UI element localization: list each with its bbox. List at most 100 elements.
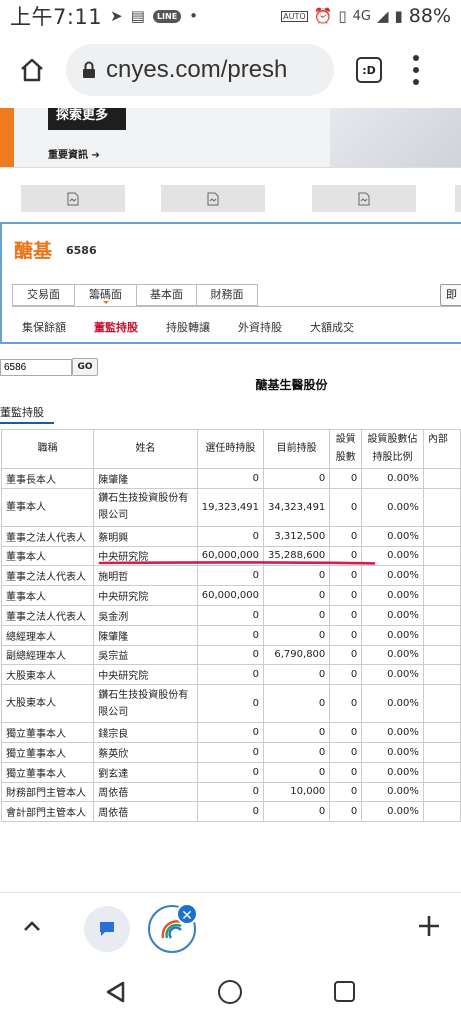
cell-pledged-shares: 0 <box>329 585 363 606</box>
subtab-custody-balance[interactable]: 集保餘額 <box>22 319 66 335</box>
cell-name: 中央研究院 <box>93 664 198 686</box>
table-row: 大股東本人 中央研究院 0 0 0 0.00% <box>0 664 461 686</box>
cell-inner <box>422 761 461 783</box>
tab-financials[interactable]: 財務面 <box>196 284 258 306</box>
recents-icon[interactable] <box>334 981 355 1002</box>
cell-pledged-ratio: 0.00% <box>361 604 424 626</box>
back-icon[interactable] <box>104 980 126 1004</box>
subtab-share-transfer[interactable]: 持股轉讓 <box>166 319 210 335</box>
cell-name: 周依蓓 <box>93 801 198 823</box>
close-icon[interactable]: ✕ <box>176 903 198 925</box>
cell-title: 獨立董事本人 <box>0 761 95 783</box>
cell-current-shares: 34,323,491 <box>263 487 331 527</box>
line-icon: LINE <box>152 9 182 23</box>
table-row: 董事之法人代表人 施明哲 0 0 0 0.00% <box>0 565 461 587</box>
news-icon: ▤ <box>130 7 145 25</box>
company-title: 醣基生醫股份 <box>255 378 328 392</box>
banner-more-link[interactable]: 重要資訊 ➔ <box>48 146 100 161</box>
cell-name: 吳宗益 <box>93 644 198 666</box>
cell-inner <box>422 468 461 489</box>
cell-elected-shares: 0 <box>196 624 265 646</box>
alarm-icon: ⏰ <box>313 7 333 25</box>
banner-accent <box>0 108 14 167</box>
cell-pledged-shares: 0 <box>329 722 363 743</box>
cell-inner <box>422 545 461 567</box>
table-row: 財務部門主管本人 周依蓓 0 10,000 0 0.00% <box>0 781 461 803</box>
cell-inner <box>422 722 461 743</box>
cell-pledged-shares: 0 <box>329 741 363 763</box>
tab-realtime[interactable]: 即 <box>440 284 461 306</box>
more-vert-icon[interactable] <box>408 55 424 85</box>
cell-pledged-ratio: 0.00% <box>361 664 424 686</box>
cell-current-shares: 0 <box>263 801 331 823</box>
broken-image-icon <box>358 192 370 205</box>
home-button[interactable] <box>10 48 54 92</box>
cell-pledged-shares: 0 <box>329 781 363 803</box>
table-row: 董事長本人 陳肇隆 0 0 0 0.00% <box>0 468 461 489</box>
cell-pledged-ratio: 0.00% <box>361 585 424 606</box>
tab-chips[interactable]: 籌碼面 <box>74 284 136 306</box>
cell-elected-shares: 0 <box>196 525 265 547</box>
cell-elected-shares: 0 <box>196 644 265 666</box>
network-label: 4G <box>352 8 371 24</box>
cell-name: 蔡明興 <box>93 525 198 547</box>
auto-icon: AUTO <box>281 10 308 22</box>
cell-inner <box>422 487 461 527</box>
cell-elected-shares: 60,000,000 <box>196 585 265 606</box>
cell-pledged-ratio: 0.00% <box>361 468 424 489</box>
cell-current-shares: 0 <box>263 664 331 686</box>
subtab-foreign-holdings[interactable]: 外資持股 <box>238 319 282 335</box>
cell-current-shares: 0 <box>263 741 331 763</box>
cell-title: 副總經理本人 <box>0 644 95 666</box>
home-nav-icon[interactable] <box>218 980 242 1004</box>
status-right: AUTO ⏰ ▯ 4G ◢ ▮ 88% <box>281 5 451 27</box>
caret-down-icon <box>102 301 109 304</box>
lock-icon <box>83 61 95 78</box>
tab-fundamentals[interactable]: 基本面 <box>136 284 196 306</box>
col-header-name: 姓名 <box>93 429 198 469</box>
address-bar[interactable]: cnyes.com/presh <box>66 44 334 96</box>
cell-name: 周依蓓 <box>93 781 198 803</box>
cell-current-shares: 0 <box>263 565 331 587</box>
cell-title: 獨立董事本人 <box>0 722 95 743</box>
stock-code-input[interactable] <box>0 359 72 376</box>
cell-pledged-ratio: 0.00% <box>361 644 424 666</box>
col-header-pledged: 設質 股數 <box>329 429 363 469</box>
cell-name: 施明哲 <box>93 565 198 587</box>
cell-current-shares: 0 <box>263 585 331 606</box>
tab-switcher-button[interactable]: :D <box>356 57 382 83</box>
banner-ad[interactable]: 探索更多 重要資訊 ➔ <box>0 108 461 168</box>
go-button[interactable]: GO <box>72 358 98 376</box>
table-row: 獨立董事本人 蔡英欣 0 0 0 0.00% <box>0 741 461 763</box>
cell-title: 董事之法人代表人 <box>0 604 95 626</box>
broken-image-icon <box>67 192 79 205</box>
subtab-director-holdings[interactable]: 董監持股 <box>94 319 138 335</box>
chevron-up-icon[interactable] <box>20 915 44 939</box>
chat-bubble-icon <box>100 922 114 936</box>
plus-icon[interactable] <box>416 913 442 939</box>
cell-pledged-ratio: 0.00% <box>361 761 424 783</box>
section-title: 董監持股 <box>0 406 44 419</box>
subtab-block-trades[interactable]: 大額成交 <box>310 319 354 335</box>
chat-button[interactable] <box>84 906 130 952</box>
table-row: 獨立董事本人 劉玄達 0 0 0 0.00% <box>0 761 461 783</box>
image-placeholder[interactable] <box>161 185 265 212</box>
cell-pledged-shares: 0 <box>329 468 363 489</box>
stock-name: 醣基 <box>14 240 53 262</box>
col-header-title: 職稱 <box>0 429 95 469</box>
table-row: 董事本人 鑽石生技投資股份有限公司 19,323,491 34,323,491 0 0.0… <box>0 487 461 527</box>
cell-elected-shares: 0 <box>196 684 265 724</box>
image-placeholder[interactable] <box>312 185 416 212</box>
cell-title: 董事本人 <box>0 487 95 527</box>
image-placeholder[interactable] <box>455 185 461 212</box>
cell-name: 劉玄達 <box>93 761 198 783</box>
cell-elected-shares: 0 <box>196 741 265 763</box>
cell-pledged-shares: 0 <box>329 565 363 587</box>
cell-title: 財務部門主管本人 <box>0 781 95 803</box>
tab-trading[interactable]: 交易面 <box>12 284 74 306</box>
cell-name: 陳肇隆 <box>93 624 198 646</box>
cell-title: 董事長本人 <box>0 468 95 489</box>
image-placeholder[interactable] <box>21 185 125 212</box>
bottom-toolbar: ✕ <box>0 892 461 962</box>
table-row: 副總經理本人 吳宗益 0 6,790,800 0 0.00% <box>0 644 461 666</box>
